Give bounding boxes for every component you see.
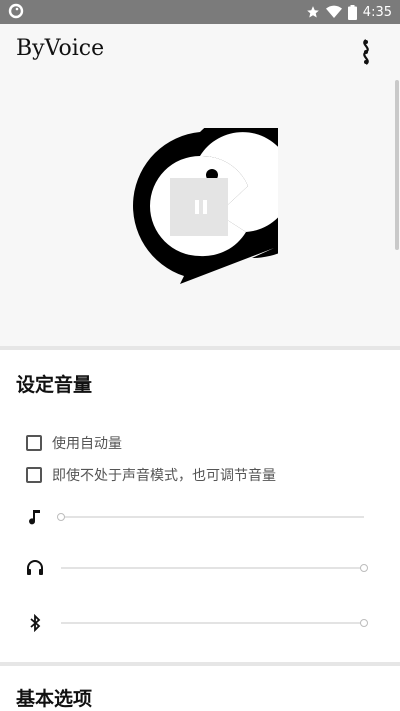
volume-section: 设定音量 使用自动量 即使不处于声音模式，也可调节音量 <box>0 350 400 662</box>
music-note-icon <box>29 510 40 525</box>
star-icon <box>306 6 319 18</box>
music-slider-track[interactable] <box>61 516 364 518</box>
bluetooth-volume-slider[interactable] <box>0 608 400 638</box>
app-bar: ByVoice <box>0 24 400 78</box>
headphones-icon <box>27 560 43 575</box>
app-title: ByVoice <box>16 36 105 61</box>
auto-volume-checkbox[interactable] <box>26 435 42 451</box>
basic-section-title: 基本选项 <box>16 688 93 710</box>
headphones-volume-slider[interactable] <box>0 553 400 583</box>
app-notification-icon <box>8 3 24 19</box>
basic-section: 基本选项 <box>0 666 400 711</box>
wifi-icon <box>325 5 342 19</box>
pause-icon[interactable] <box>193 199 209 215</box>
music-volume-slider[interactable] <box>0 502 400 532</box>
battery-icon <box>347 4 357 20</box>
music-slider-thumb[interactable] <box>57 513 65 521</box>
auto-volume-label: 使用自动量 <box>52 436 122 452</box>
volume-section-title: 设定音量 <box>16 374 93 396</box>
auto-volume-option[interactable]: 使用自动量 <box>26 433 122 453</box>
adjust-without-sound-mode-checkbox[interactable] <box>26 467 42 483</box>
status-time: 4:35 <box>362 4 392 20</box>
bluetooth-slider-track[interactable] <box>61 622 364 624</box>
bluetooth-slider-thumb[interactable] <box>360 619 368 627</box>
overflow-menu-icon[interactable] <box>356 38 376 66</box>
bluetooth-icon <box>30 614 41 632</box>
headphones-slider-track[interactable] <box>61 567 364 569</box>
adjust-without-sound-mode-option[interactable]: 即使不处于声音模式，也可调节音量 <box>26 465 276 485</box>
hero-area <box>0 80 400 346</box>
adjust-without-sound-mode-label: 即使不处于声音模式，也可调节音量 <box>52 468 276 484</box>
headphones-slider-thumb[interactable] <box>360 564 368 572</box>
status-bar: 4:35 <box>0 0 400 24</box>
